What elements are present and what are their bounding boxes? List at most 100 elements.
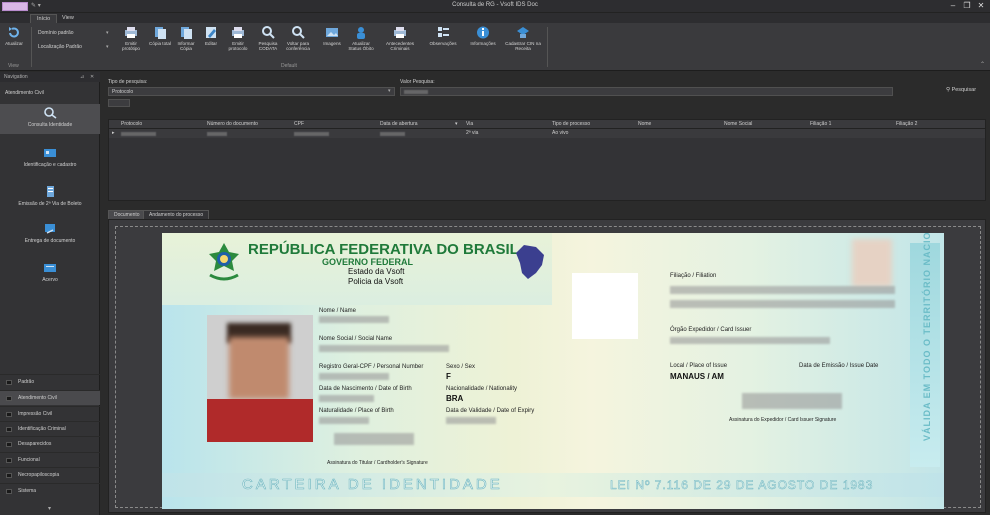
chevron-down-icon[interactable]: ▾ [48, 505, 51, 512]
nav-group-sistema[interactable]: Sistema [0, 483, 100, 498]
table-row[interactable]: ▸ 2ª via Ao vivo [109, 129, 985, 138]
col-header[interactable]: Número do documento [207, 121, 258, 127]
nav-group-impressao-civil[interactable]: Impressão Civil [0, 406, 100, 421]
col-header[interactable]: Via [466, 121, 473, 127]
archive-icon [44, 264, 56, 272]
coat-of-arms-icon [209, 243, 239, 281]
user-icon [357, 27, 365, 39]
folder-icon [6, 442, 12, 447]
chevron-down-icon[interactable]: ▾ [106, 44, 109, 50]
folder-icon [6, 473, 12, 478]
pin-icon[interactable]: ⊿ [80, 72, 84, 82]
minimize-icon[interactable]: – [948, 1, 958, 11]
imagens-button[interactable]: Imagens [318, 26, 346, 62]
group-default-label: Default [281, 63, 297, 69]
antecedentes-criminais-button[interactable]: Antecedentes Criminais [386, 26, 414, 62]
tab-andamento-processo[interactable]: Andamento do processo [143, 210, 210, 219]
nacionalidade-label: Nacionalidade / Nationality [446, 386, 518, 392]
nav-group-funcional[interactable]: Funcional [0, 452, 100, 467]
tab-view[interactable]: View [56, 14, 80, 23]
observacoes-button[interactable]: Observações [426, 26, 460, 62]
valor-pesquisa-input[interactable] [400, 87, 893, 96]
orgao-label: Órgão Expedidor / Card Issuer [670, 327, 752, 333]
nav-group-necropapiloscopia[interactable]: Necropapiloscopia [0, 467, 100, 482]
atualizar-button[interactable]: Atualizar [0, 26, 28, 62]
small-button[interactable] [108, 99, 130, 107]
emitir-protocolo-button[interactable]: Emitir protocolo [224, 26, 252, 62]
id-card-image: REPÚBLICA FEDERATIVA DO BRASIL GOVERNO F… [162, 233, 944, 509]
search-icon [44, 107, 57, 119]
nav-item-acervo[interactable]: Acervo [0, 259, 100, 289]
col-header[interactable]: Nome [638, 121, 651, 127]
col-header[interactable]: Tipo de processo [552, 121, 590, 127]
copia-total-button[interactable]: Cópia total [146, 26, 174, 62]
valor-pesquisa-label: Valor Pesquisa: [400, 79, 435, 85]
brazil-map-icon [516, 245, 544, 279]
nav-group-padrao[interactable]: Padrão [0, 374, 100, 389]
nav-item-entrega-documento[interactable]: Entrega de documento [0, 220, 100, 250]
tab-documento[interactable]: Documento [108, 210, 146, 219]
col-header[interactable]: Protocolo [121, 121, 142, 127]
cadastrar-cin-button[interactable]: Cadastrar CIN na Receita [503, 26, 543, 62]
col-header[interactable]: CPF [294, 121, 304, 127]
pesquisa-codata-button[interactable]: Pesquisa CODATA [254, 26, 282, 62]
close-icon[interactable]: ✕ [976, 1, 986, 11]
informacoes-button[interactable]: Informações [466, 26, 500, 62]
window-title: Consulta de RG - Vsoft IDS Doc [452, 2, 538, 8]
refresh-icon [9, 27, 19, 38]
nav-item-identificacao-cadastro[interactable]: Identificação e cadastro [0, 144, 100, 174]
assinatura-expedidor-label: Assinatura do Expedidor / Card Issuer Si… [729, 417, 837, 423]
atualizar-status-obito-button[interactable]: Atualizar Status Óbito [347, 26, 375, 62]
printer-icon [232, 27, 244, 38]
via-cell: 2ª via [466, 130, 479, 136]
republica-title: REPÚBLICA FEDERATIVA DO BRASIL [248, 241, 519, 258]
col-header[interactable]: Data de abertura [380, 121, 418, 127]
issuer-signature [742, 393, 842, 409]
col-header[interactable]: Filiação 2 [896, 121, 917, 127]
folder-icon [6, 396, 12, 401]
tipo-processo-cell: Ao vivo [552, 130, 569, 136]
lei-text: LEI Nº 7.116 DE 29 DE AGOSTO DE 1983 [610, 478, 874, 493]
col-header[interactable]: Nome Social [724, 121, 752, 127]
pesquisar-button[interactable]: ⚲ Pesquisar [946, 87, 976, 93]
nav-item-consulta-identidade[interactable]: Consulta Identidade [0, 104, 100, 134]
grid-header: Protocolo Número do documento CPF Data d… [109, 120, 985, 129]
receipt-icon [47, 186, 54, 197]
nav-group-desaparecidos[interactable]: Desaparecidos [0, 436, 100, 451]
local-label: Local / Place of Issue [670, 363, 728, 369]
document-panel: REPÚBLICA FEDERATIVA DO BRASIL GOVERNO F… [108, 219, 986, 513]
col-header[interactable]: Filiação 1 [810, 121, 831, 127]
holder-photo [207, 315, 313, 442]
notes-icon [438, 27, 449, 37]
tab-inicio[interactable]: Início [30, 14, 58, 23]
id-card-icon [44, 149, 56, 157]
search-icon: ⚲ [946, 87, 951, 93]
informar-copia-button[interactable]: Informar Cópia [172, 26, 200, 62]
close-icon[interactable]: ✕ [90, 72, 94, 82]
copy-icon [155, 27, 166, 39]
localizacao-combo[interactable]: Localização Padrão [35, 43, 113, 52]
emissao-label: Data de Emissão / Issue Date [799, 363, 879, 369]
sort-icon[interactable]: ▾ [455, 121, 458, 127]
chevron-down-icon[interactable]: ▾ [106, 30, 109, 36]
voltar-conferencia-button[interactable]: Voltar para conferência [284, 26, 312, 62]
editar-button[interactable]: Editar [197, 26, 225, 62]
edit-icon [206, 27, 216, 38]
nav-group-identificacao-criminal[interactable]: Identificação Criminal [0, 421, 100, 436]
registro-label: Registro Geral-CPF / Personal Number [319, 364, 424, 370]
nav-item-emissao-boleto[interactable]: Emissão de 2ª Via de Boleto [0, 183, 100, 213]
ribbon: Atualizar View Domínio padrão ▾ Localiza… [0, 23, 990, 71]
nav-group-atendimento-civil[interactable]: Atendimento Civil [0, 390, 100, 405]
nome-label: Nome / Name [319, 308, 357, 314]
receita-icon [517, 27, 529, 38]
naturalidade-label: Naturalidade / Place of Birth [319, 408, 394, 414]
document-frame: REPÚBLICA FEDERATIVA DO BRASIL GOVERNO F… [115, 226, 981, 509]
tipo-pesquisa-select[interactable]: Protocolo [108, 87, 395, 96]
separator [547, 27, 548, 67]
separator [31, 27, 32, 67]
restore-icon[interactable]: ❐ [962, 1, 972, 11]
emitir-prototipo-button[interactable]: Emitir protótipo [117, 26, 145, 62]
collapse-ribbon-icon[interactable]: ⌃ [980, 61, 985, 68]
chevron-down-icon[interactable]: ▾ [388, 88, 391, 94]
dominio-combo[interactable]: Domínio padrão [35, 29, 113, 38]
